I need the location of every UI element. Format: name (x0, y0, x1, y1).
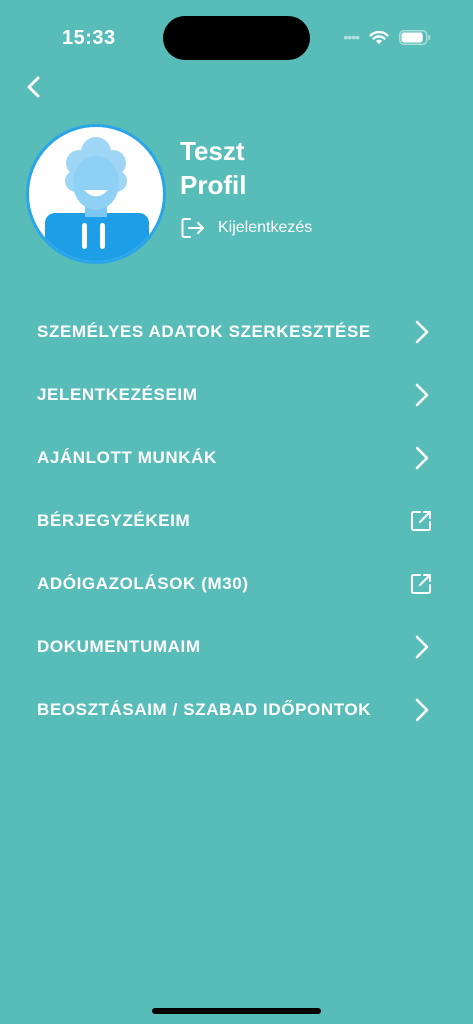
chevron-right-icon (409, 320, 433, 344)
menu-item-schedules[interactable]: BEOSZTÁSAIM / SZABAD IDŐPONTOK (0, 678, 473, 741)
profile-menu: SZEMÉLYES ADATOK SZERKESZTÉSE JELENTKEZÉ… (0, 300, 473, 741)
menu-item-applications[interactable]: JELENTKEZÉSEIM (0, 363, 473, 426)
chevron-right-icon (409, 635, 433, 659)
wifi-icon (369, 30, 389, 44)
menu-item-documents[interactable]: DOKUMENTUMAIM (0, 615, 473, 678)
logout-button[interactable]: Kijelentkezés (180, 214, 312, 242)
chevron-right-icon (409, 446, 433, 470)
camera-notch (163, 16, 310, 60)
menu-item-label: JELENTKEZÉSEIM (37, 384, 198, 404)
menu-item-payslips[interactable]: BÉRJEGYZÉKEIM (0, 489, 473, 552)
battery-icon (399, 29, 431, 45)
back-button[interactable] (18, 70, 52, 104)
menu-item-label: SZEMÉLYES ADATOK SZERKESZTÉSE (37, 321, 371, 341)
logout-icon (181, 218, 204, 238)
profile-name: Teszt Profil (180, 134, 246, 202)
avatar-illustration (45, 137, 149, 261)
menu-item-personal-data[interactable]: SZEMÉLYES ADATOK SZERKESZTÉSE (0, 300, 473, 363)
menu-item-label: ADÓIGAZOLÁSOK (M30) (37, 573, 249, 593)
menu-item-recommended-jobs[interactable]: AJÁNLOTT MUNKÁK (0, 426, 473, 489)
chevron-right-icon (409, 383, 433, 407)
logout-label: Kijelentkezés (218, 219, 313, 236)
profile-last-name: Profil (180, 170, 247, 200)
menu-item-label: AJÁNLOTT MUNKÁK (37, 447, 217, 467)
external-link-icon (409, 572, 433, 596)
status-time: 15:33 (62, 27, 116, 49)
chevron-right-icon (409, 698, 433, 722)
menu-item-label: BÉRJEGYZÉKEIM (37, 510, 191, 530)
menu-item-label: BEOSZTÁSAIM / SZABAD IDŐPONTOK (37, 699, 372, 719)
home-indicator[interactable] (152, 1008, 321, 1014)
status-bar: 15:33 •••• (0, 0, 473, 78)
external-link-icon (409, 509, 433, 533)
profile-first-name: Teszt (180, 136, 245, 166)
avatar (26, 124, 166, 264)
chevron-left-icon (27, 76, 40, 98)
status-icons: •••• (343, 29, 431, 45)
menu-item-tax-certificates[interactable]: ADÓIGAZOLÁSOK (M30) (0, 552, 473, 615)
cellular-signal-icon: •••• (343, 29, 360, 45)
menu-item-label: DOKUMENTUMAIM (37, 636, 201, 656)
